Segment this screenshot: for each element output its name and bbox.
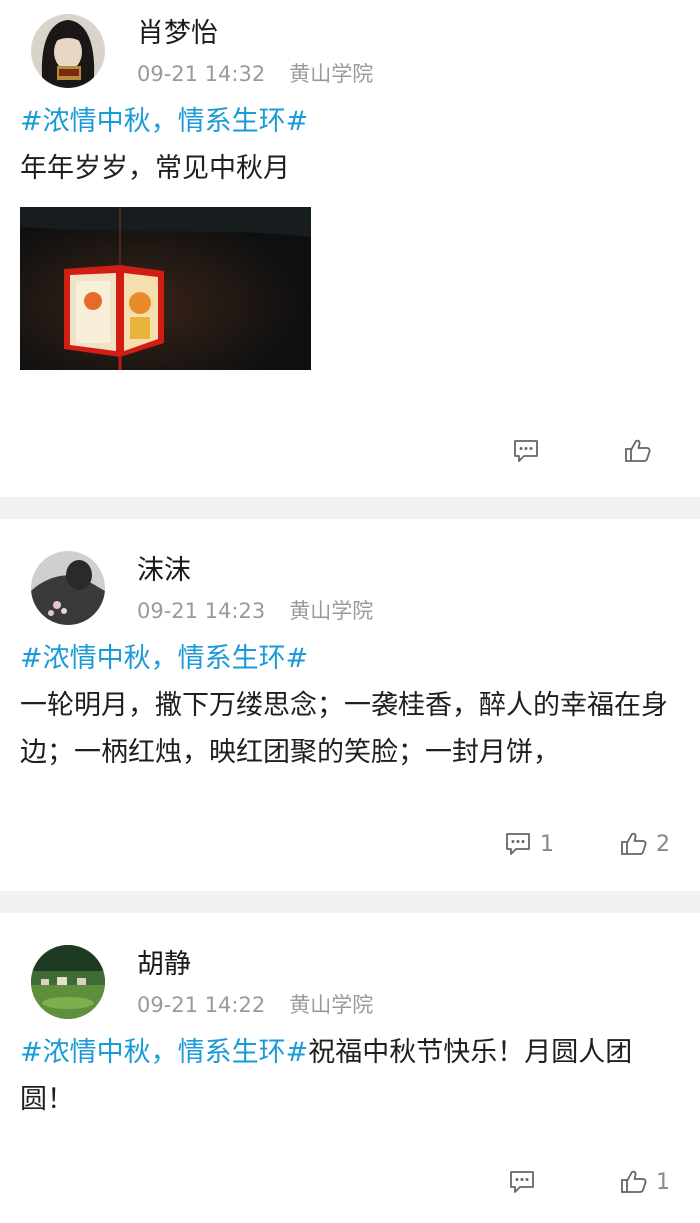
post-location[interactable]: 黄山学院 (289, 62, 373, 86)
like-count: 1 (656, 1169, 670, 1195)
thumbs-up-icon (625, 439, 651, 462)
post-time: 09-21 14:32 (137, 62, 266, 86)
thumbs-up-icon (621, 832, 647, 855)
post-feed: 肖梦怡 09-21 14:32 黄山学院 #浓情中秋，情系生环# 年年岁岁，常见中… (0, 0, 700, 1223)
post-text: 一轮明月，撒下万缕思念；一袭桂香，醉人的幸福在身边；一柄红烛，映红团聚的笑脸；一… (20, 690, 668, 768)
like-button[interactable]: 2 (620, 830, 670, 858)
post-actions: 1 (508, 1167, 670, 1197)
post-card[interactable]: 胡静 09-21 14:22 黄山学院 #浓情中秋，情系生环#祝福中秋节快乐！月圆… (0, 913, 700, 1223)
thumbs-up-icon (621, 1170, 647, 1193)
post-location[interactable]: 黄山学院 (289, 993, 373, 1017)
like-button[interactable]: 1 (620, 1168, 670, 1196)
post-actions (512, 436, 670, 466)
post-body: #浓情中秋，情系生环#祝福中秋节快乐！月圆人团圆！ (20, 1029, 674, 1123)
post-card[interactable]: 沫沫 09-21 14:23 黄山学院 #浓情中秋，情系生环# 一轮明月，撒下万缕… (0, 519, 700, 891)
post-separator (0, 497, 700, 519)
post-location[interactable]: 黄山学院 (289, 599, 373, 623)
hashtag-link[interactable]: #浓情中秋，情系生环# (20, 98, 674, 145)
hashtag-link[interactable]: #浓情中秋，情系生环# (20, 1037, 308, 1068)
post-body: #浓情中秋，情系生环# 年年岁岁，常见中秋月 (20, 98, 674, 192)
avatar[interactable] (31, 14, 105, 88)
post-meta: 09-21 14:22 黄山学院 (137, 993, 373, 1018)
like-count: 2 (656, 831, 670, 857)
comment-button[interactable] (512, 437, 558, 465)
post-actions: 1 2 (504, 829, 670, 859)
comment-button[interactable]: 1 (504, 830, 554, 858)
comment-button[interactable] (508, 1168, 554, 1196)
post-separator (0, 891, 700, 913)
post-meta: 09-21 14:32 黄山学院 (137, 62, 373, 87)
comment-icon (510, 1171, 534, 1193)
hashtag-link[interactable]: #浓情中秋，情系生环# (20, 635, 674, 682)
post-time: 09-21 14:23 (137, 599, 266, 623)
comment-count: 1 (540, 831, 554, 857)
post-image[interactable] (20, 207, 311, 370)
comment-icon (506, 833, 530, 855)
author-name[interactable]: 沫沫 (137, 555, 191, 587)
post-meta: 09-21 14:23 黄山学院 (137, 599, 373, 624)
post-text: 年年岁岁，常见中秋月 (20, 153, 290, 184)
post-body: #浓情中秋，情系生环# 一轮明月，撒下万缕思念；一袭桂香，醉人的幸福在身边；一柄… (20, 635, 674, 776)
comment-icon (514, 440, 538, 462)
post-time: 09-21 14:22 (137, 993, 266, 1017)
like-button[interactable] (624, 437, 670, 465)
author-name[interactable]: 胡静 (137, 949, 191, 981)
author-name[interactable]: 肖梦怡 (137, 18, 218, 50)
avatar[interactable] (31, 551, 105, 625)
avatar[interactable] (31, 945, 105, 1019)
post-card[interactable]: 肖梦怡 09-21 14:32 黄山学院 #浓情中秋，情系生环# 年年岁岁，常见中… (0, 0, 700, 497)
